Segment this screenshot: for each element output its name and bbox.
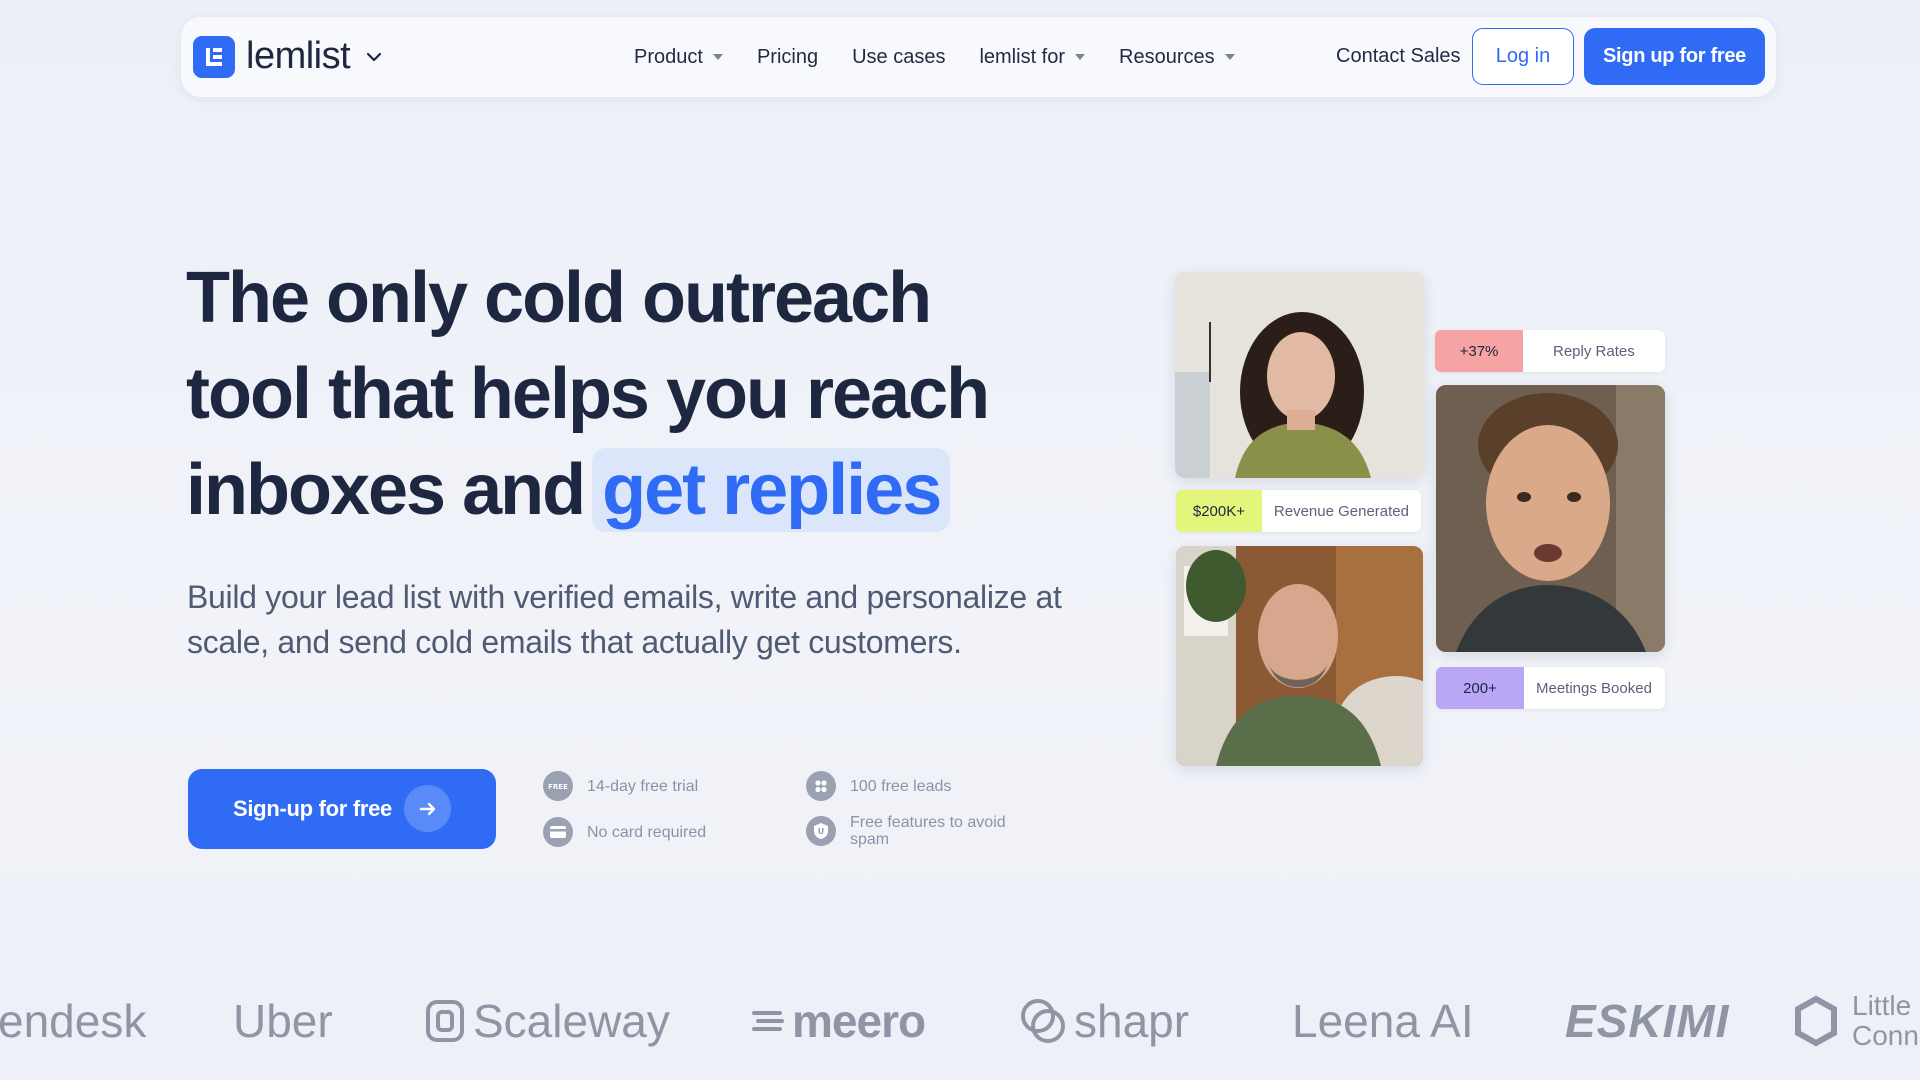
nav-product[interactable]: Product [634,46,723,69]
stat-meetings-label: Meetings Booked [1536,679,1652,697]
feature-free-trial: FREE 14-day free trial [543,771,698,801]
feature-no-card-text: No card required [587,823,707,841]
signup-button[interactable]: Sign up for free [1584,28,1765,85]
shield-icon: U [806,816,836,846]
leads-icon [806,771,836,801]
feature-spam: U Free features to avoid spam [806,814,1046,848]
video-testimonial-man[interactable] [1436,385,1665,652]
hero-title-line-1: The only cold outreach [186,258,932,338]
stat-meetings-value: 200+ [1436,667,1524,709]
contact-sales-link[interactable]: Contact Sales [1336,45,1461,68]
little-conn-mark-icon [1795,995,1837,1047]
nav-use-cases-label: Use cases [852,45,946,68]
logo-little-conn-text: Little Conn [1852,990,1919,1051]
scaleway-mark-icon [426,1000,464,1042]
logo-zendesk: endesk [0,995,147,1047]
logo-leena-ai: Leena AI [1292,995,1474,1047]
caret-down-icon [1224,54,1235,60]
main-nav: Product Pricing Use cases lemlist for Re… [634,17,1269,97]
nav-lemlist-for[interactable]: lemlist for [979,45,1086,69]
caret-down-icon [1075,54,1086,60]
stat-meetings: 200+ Meetings Booked [1436,667,1665,709]
feature-no-card: No card required [543,817,706,847]
logo-shapr-text: shapr [1074,995,1190,1047]
meero-mark-icon [752,1011,784,1031]
shapr-mark-icon [1021,999,1065,1043]
free-badge-icon: FREE [543,771,573,801]
nav-use-cases[interactable]: Use cases [852,46,945,69]
stat-revenue: $200K+ Revenue Generated [1176,490,1421,532]
chevron-down-icon [366,52,382,62]
hero-title: The only cold outreach tool that helps y… [186,250,1086,538]
nav-resources[interactable]: Resources [1119,46,1235,69]
hero-subtitle: Build your lead list with verified email… [187,579,1062,660]
logo-scaleway: Scaleway [425,985,670,1057]
card-icon [543,817,573,847]
brand-name: lemlist [246,35,351,77]
video-testimonial-woman[interactable] [1175,272,1424,478]
nav-pricing-label: Pricing [756,45,819,68]
feature-free-leads: 100 free leads [806,771,951,801]
logo-scaleway-text: Scaleway [473,995,670,1047]
hero-title-line-3: inboxes and get replies [186,442,1086,538]
nav-lemlist-for-label: lemlist for [979,45,1066,68]
feature-free-trial-text: 14-day free trial [587,777,699,795]
top-navbar: lemlist Product Pricing Use cases lemlis… [181,17,1776,97]
svg-text:FREE: FREE [548,783,568,791]
arrow-right-icon [404,785,451,832]
stat-revenue-label: Revenue Generated [1273,502,1409,520]
nav-pricing[interactable]: Pricing [757,46,818,69]
video-testimonial-bald-man[interactable] [1176,546,1423,766]
customer-logo-strip: endesk Uber Scaleway meero shapr Leena A… [0,985,1920,1065]
svg-text:U: U [818,827,825,836]
logo-meero-text: meero [792,995,926,1047]
logo-uber: Uber [233,995,333,1047]
logo-eskimi: ESKIMI [1565,995,1730,1047]
hero-title-line-3-prefix: inboxes and [186,450,586,530]
stat-revenue-value: $200K+ [1176,490,1262,532]
logo-shapr: shapr [1018,985,1189,1057]
caret-down-icon [712,54,723,60]
nav-resources-label: Resources [1119,45,1215,68]
brand-menu[interactable]: lemlist [193,35,382,78]
feature-free-leads-text: 100 free leads [850,777,952,795]
stat-reply-rates-value: +37% [1435,330,1523,372]
stat-reply-rates: +37% Reply Rates [1435,330,1665,372]
nav-product-label: Product [634,45,703,68]
hero-title-line-2: tool that helps you reach [186,354,990,434]
hero-signup-label: Sign-up for free [233,796,392,821]
login-button[interactable]: Log in [1472,28,1574,85]
feature-spam-text: Free features to avoid spam [850,814,1006,848]
logo-meero: meero [752,985,926,1057]
stat-reply-rates-label: Reply Rates [1553,342,1635,360]
lemlist-logo-icon [193,35,235,78]
hero-signup-button[interactable]: Sign-up for free [188,769,496,849]
hero-title-highlight: get replies [592,448,951,532]
logo-little-conn: Little Conn [1790,985,1920,1057]
